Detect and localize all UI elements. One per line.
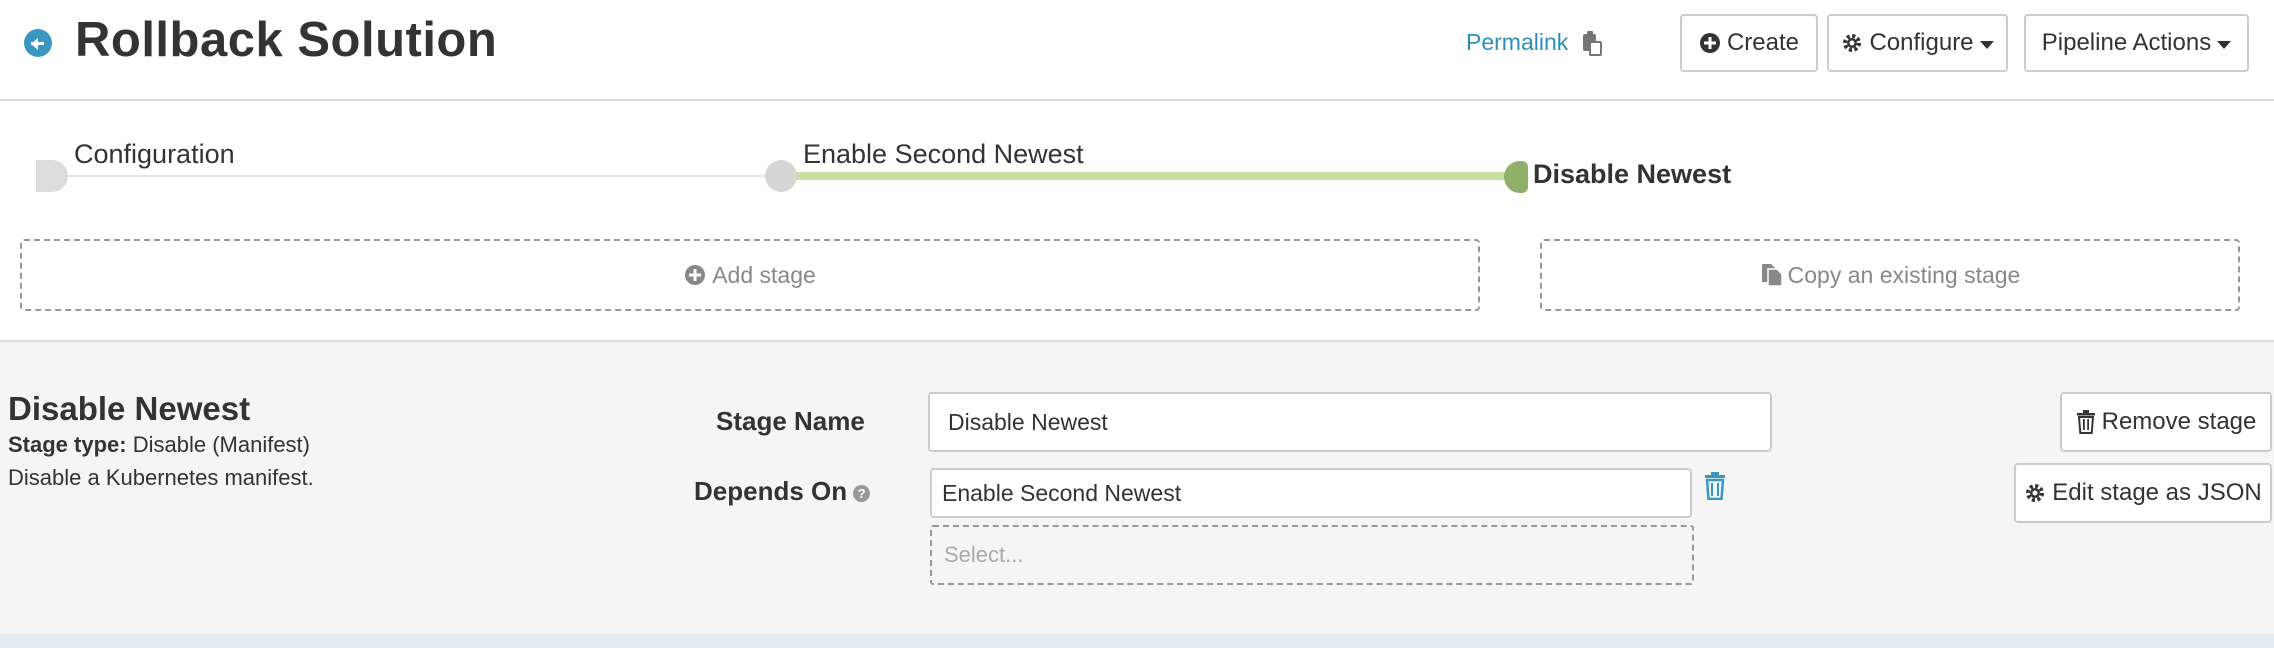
pipeline-actions-button[interactable]: Pipeline Actions <box>2024 14 2249 72</box>
plus-circle-icon <box>1699 33 1720 53</box>
stage-heading: Disable Newest <box>8 390 251 427</box>
create-label: Create <box>1726 29 1800 56</box>
pipeline-actions-label: Pipeline Actions <box>2041 29 2212 56</box>
stage-label-configuration[interactable]: Configuration <box>74 139 235 170</box>
trash-icon <box>2076 410 2095 434</box>
stage-node-configuration[interactable] <box>36 160 68 192</box>
stage-label-disable-newest[interactable]: Disable Newest <box>1533 159 1731 190</box>
stage-label-enable-second-newest[interactable]: Enable Second Newest <box>803 139 1084 170</box>
stage-description: Disable a Kubernetes manifest. <box>8 465 314 490</box>
plus-circle-icon <box>685 265 706 285</box>
gear-icon <box>1843 34 1862 52</box>
edit-json-label: Edit stage as JSON <box>2052 479 2262 506</box>
depends-on-select[interactable]: Select... <box>930 525 1694 585</box>
caret-down-icon <box>1979 40 1994 49</box>
stage-node-disable-newest[interactable] <box>1504 161 1528 193</box>
depends-on-label: Depends On? <box>694 476 871 507</box>
copy-existing-stage-button[interactable]: Copy an existing stage <box>1540 239 2240 311</box>
gear-icon <box>2026 484 2045 502</box>
configure-label: Configure <box>1869 29 1974 56</box>
stage-node-enable-second-newest[interactable] <box>765 160 797 192</box>
stage-type-value: Disable (Manifest) <box>132 432 310 457</box>
help-icon[interactable]: ? <box>853 484 871 502</box>
stage-type: Stage type: Disable (Manifest) <box>8 432 310 458</box>
depends-on-selected[interactable]: Enable Second Newest <box>930 468 1692 518</box>
trash-icon[interactable] <box>1703 472 1727 500</box>
remove-stage-label: Remove stage <box>2101 408 2257 435</box>
stage-type-label: Stage type: <box>8 432 127 457</box>
add-stage-label: Add stage <box>712 261 816 288</box>
page-title: Rollback Solution <box>75 13 498 67</box>
stage-name-input[interactable]: Disable Newest <box>928 392 1772 452</box>
stage-graph: Configuration Enable Second Newest Disab… <box>0 101 2274 342</box>
bottom-strip <box>0 634 2274 648</box>
remove-stage-button[interactable]: Remove stage <box>2060 392 2272 452</box>
add-stage-button[interactable]: Add stage <box>20 239 1480 311</box>
copy-stage-label: Copy an existing stage <box>1787 261 2021 288</box>
graph-connector-active <box>782 172 1512 180</box>
back-arrow-icon[interactable] <box>24 29 52 57</box>
configure-button[interactable]: Configure <box>1827 14 2008 72</box>
depends-on-text: Depends On <box>694 476 848 506</box>
graph-connector <box>52 175 782 177</box>
stage-config-panel: Disable Newest Stage type: Disable (Mani… <box>0 342 2274 634</box>
caret-down-icon <box>2217 40 2232 49</box>
permalink-link[interactable]: Permalink <box>1466 29 1568 56</box>
create-button[interactable]: Create <box>1680 14 1818 72</box>
pipeline-header: Rollback Solution Permalink Create Confi… <box>0 0 2274 101</box>
stage-name-label: Stage Name <box>716 406 865 436</box>
edit-stage-json-button[interactable]: Edit stage as JSON <box>2014 463 2272 523</box>
clipboard-icon[interactable] <box>1580 30 1602 56</box>
copy-icon <box>1761 264 1782 287</box>
